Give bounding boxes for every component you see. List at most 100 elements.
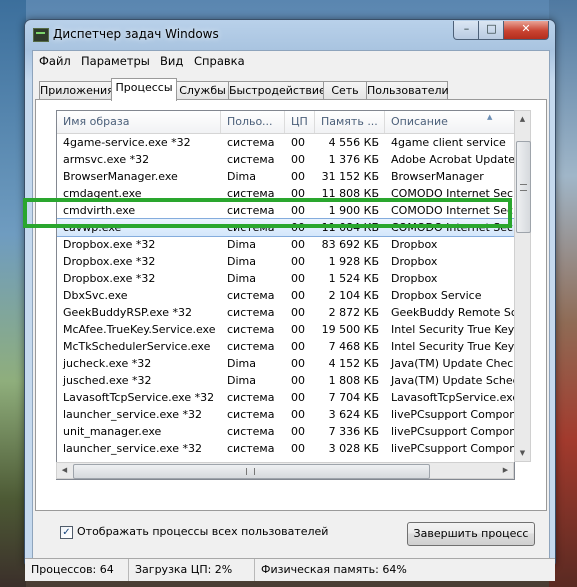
- process-cpu: 00: [291, 153, 305, 166]
- process-description: 4game client service: [391, 136, 506, 149]
- processes-panel: Имя образа Польo... ЦП Память ... Описан…: [35, 99, 547, 511]
- process-name: LavasoftTcpService.exe *32: [63, 391, 215, 404]
- tab-services[interactable]: Службы: [176, 81, 229, 100]
- tab-users[interactable]: Пользователи: [366, 81, 449, 100]
- table-row[interactable]: McAfee.TrueKey.Service.exe система 00 19 50…: [57, 321, 514, 338]
- show-all-users-checkbox[interactable]: ✓: [60, 526, 73, 539]
- window-client-area: Файл Параметры Вид Справка Приложения Пр…: [32, 50, 550, 560]
- table-row[interactable]: launcher_service.exe *32 система 00 3 624 К…: [57, 406, 514, 423]
- process-user: Dima: [227, 170, 256, 183]
- table-row[interactable]: GeekBuddyRSP.exe *32 система 00 2 872 КБ Gee…: [57, 304, 514, 321]
- process-cpu: 00: [291, 255, 305, 268]
- table-row[interactable]: LavasoftTcpService.exe *32 система 00 7 704…: [57, 389, 514, 406]
- process-user: Dima: [227, 357, 256, 370]
- process-cpu: 00: [291, 425, 305, 438]
- table-row[interactable]: cavwp.exe система 00 11 084 КБ COMODO Intern…: [57, 218, 514, 237]
- process-name: launcher_service.exe *32: [63, 408, 202, 421]
- process-description: COMODO Internet Securi: [391, 187, 514, 200]
- vertical-scrollbar[interactable]: ▲ ▼: [514, 110, 531, 462]
- column-description[interactable]: Описание: [385, 111, 514, 133]
- title-bar[interactable]: Диспетчер задач Windows – □ ✕: [25, 20, 555, 50]
- table-row[interactable]: Dropbox.exe *32 Dima 00 1 524 КБ Dropbox: [57, 270, 514, 287]
- tab-processes[interactable]: Процессы: [111, 78, 177, 101]
- table-row[interactable]: cmdagent.exe система 00 11 808 КБ COMODO Int…: [57, 185, 514, 202]
- process-name: unit_manager.exe: [63, 425, 162, 438]
- column-user[interactable]: Польo...: [221, 111, 285, 133]
- table-row[interactable]: jucheck.exe *32 Dima 00 4 152 КБ Java(TM) Up…: [57, 355, 514, 372]
- task-manager-icon: [33, 28, 49, 42]
- process-cpu: 00: [291, 357, 305, 370]
- process-description: Dropbox: [391, 272, 438, 285]
- process-cpu: 00: [291, 408, 305, 421]
- table-row[interactable]: cmdvirth.exe система 00 1 900 КБ COMODO Inte…: [57, 202, 514, 219]
- process-user: система: [227, 340, 275, 353]
- process-memory: 7 704 КБ: [328, 391, 379, 404]
- end-process-button[interactable]: Завершить процесс: [407, 522, 535, 546]
- process-description: Adobe Acrobat Update Se: [391, 153, 514, 166]
- close-button[interactable]: ✕: [503, 21, 549, 40]
- table-row[interactable]: BrowserManager.exe Dima 00 31 152 КБ Browser…: [57, 168, 514, 185]
- process-description: Java(TM) Update Schedu: [391, 374, 514, 387]
- process-user: система: [227, 289, 275, 302]
- process-memory: 3 624 КБ: [328, 408, 379, 421]
- table-row[interactable]: Dropbox.exe *32 Dima 00 83 692 КБ Dropbox: [57, 236, 514, 253]
- menu-file[interactable]: Файл: [39, 54, 71, 68]
- process-description: LavasoftTcpService.exe: [391, 391, 514, 404]
- process-memory: 31 152 КБ: [321, 170, 379, 183]
- process-user: Dima: [227, 238, 256, 251]
- table-row[interactable]: jusched.exe *32 Dima 00 1 808 КБ Java(TM) Up…: [57, 372, 514, 389]
- process-user: система: [227, 221, 275, 234]
- process-memory: 2 872 КБ: [328, 306, 379, 319]
- table-row[interactable]: armsvc.exe *32 система 00 1 376 КБ Adobe Acr…: [57, 151, 514, 168]
- vertical-scroll-thumb[interactable]: [516, 141, 531, 233]
- process-cpu: 00: [291, 289, 305, 302]
- column-image-name[interactable]: Имя образа: [57, 111, 221, 133]
- sort-arrow-icon: ▲: [487, 113, 493, 121]
- menu-options[interactable]: Параметры: [81, 54, 150, 68]
- table-row[interactable]: launcher_service.exe *32 система 00 3 028 К…: [57, 440, 514, 457]
- process-cpu: 00: [291, 391, 305, 404]
- process-name: McAfee.TrueKey.Service.exe: [63, 323, 216, 336]
- horizontal-scroll-thumb[interactable]: [73, 464, 430, 479]
- menu-help[interactable]: Справка: [194, 54, 245, 68]
- process-memory: 83 692 КБ: [321, 238, 379, 251]
- table-row[interactable]: unit_manager.exe система 00 7 336 КБ livePCs…: [57, 423, 514, 440]
- process-description: Dropbox: [391, 238, 438, 251]
- process-memory: 19 500 КБ: [321, 323, 379, 336]
- tab-network[interactable]: Сеть: [323, 81, 367, 100]
- process-description: livePCsupport Componen: [391, 408, 514, 421]
- scroll-up-icon[interactable]: ▲: [515, 111, 530, 127]
- process-name: GeekBuddyRSP.exe *32: [63, 306, 192, 319]
- process-memory: 1 808 КБ: [328, 374, 379, 387]
- tab-performance[interactable]: Быстродействие: [228, 81, 326, 100]
- process-list[interactable]: Имя образа Польo... ЦП Память ... Описан…: [56, 110, 515, 480]
- process-description: COMODO Internet Securi: [391, 221, 514, 234]
- scroll-right-icon[interactable]: ▶: [498, 463, 513, 478]
- grip-icon: [520, 184, 527, 191]
- minimize-button[interactable]: –: [453, 21, 480, 40]
- process-name: DbxSvc.exe: [63, 289, 128, 302]
- scroll-down-icon[interactable]: ▼: [515, 445, 530, 461]
- column-cpu[interactable]: ЦП: [285, 111, 315, 133]
- scroll-left-icon[interactable]: ◀: [57, 463, 72, 478]
- process-cpu: 00: [291, 204, 305, 217]
- process-memory: 1 376 КБ: [328, 153, 379, 166]
- table-row[interactable]: 4game-service.exe *32 система 00 4 556 КБ 4g…: [57, 134, 514, 151]
- process-memory: 7 336 КБ: [328, 425, 379, 438]
- table-row[interactable]: DbxSvc.exe система 00 2 104 КБ Dropbox Servi…: [57, 287, 514, 304]
- process-name: Dropbox.exe *32: [63, 255, 156, 268]
- process-description: Intel Security True Key: [391, 323, 514, 336]
- table-row[interactable]: McTkSchedulerService.exe система 00 7 468 К…: [57, 338, 514, 355]
- process-name: BrowserManager.exe: [63, 170, 178, 183]
- tab-applications[interactable]: Приложения: [39, 81, 114, 100]
- process-user: система: [227, 442, 275, 455]
- maximize-button[interactable]: □: [478, 21, 505, 40]
- column-memory[interactable]: Память ...: [315, 111, 385, 133]
- horizontal-scrollbar[interactable]: ◀ ▶: [56, 462, 514, 479]
- process-user: Dima: [227, 255, 256, 268]
- process-cpu: 00: [291, 306, 305, 319]
- menu-view[interactable]: Вид: [160, 54, 183, 68]
- table-row[interactable]: Dropbox.exe *32 Dima 00 1 928 КБ Dropbox: [57, 253, 514, 270]
- process-cpu: 00: [291, 323, 305, 336]
- process-rows: 4game-service.exe *32 система 00 4 556 КБ 4g…: [57, 134, 514, 457]
